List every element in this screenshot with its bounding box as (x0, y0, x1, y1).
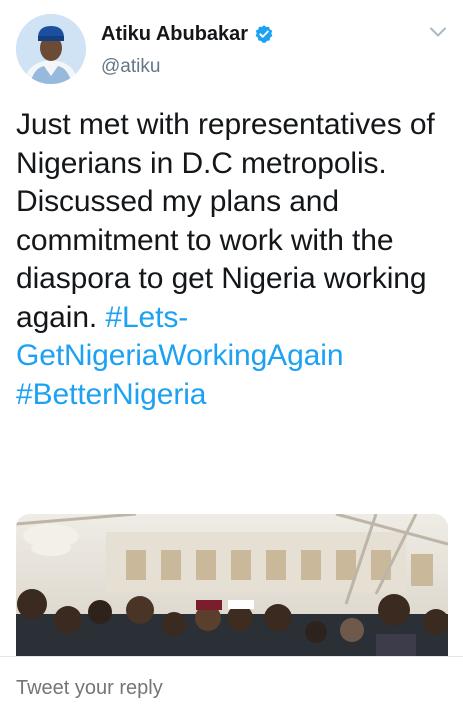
reply-bar (0, 656, 463, 721)
chevron-down-icon[interactable] (429, 26, 447, 38)
tweet-media-photo[interactable] (16, 514, 448, 656)
author-name-row[interactable]: Atiku Abubakar (101, 22, 274, 46)
author-handle[interactable]: @atiku (101, 55, 160, 79)
avatar-image (16, 14, 86, 84)
hashtag-link-betternigeria[interactable]: #BetterNigeria (16, 378, 206, 411)
photo-image (16, 514, 448, 656)
reply-input[interactable] (16, 677, 436, 700)
author-display-name[interactable]: Atiku Abubakar (101, 22, 248, 46)
tweet-body-text: Just met with representatives of Nigeria… (16, 108, 435, 334)
author-avatar[interactable] (16, 14, 86, 84)
tweet-text: Just met with representatives of Nigeria… (16, 106, 456, 414)
verified-badge-icon (255, 25, 273, 43)
